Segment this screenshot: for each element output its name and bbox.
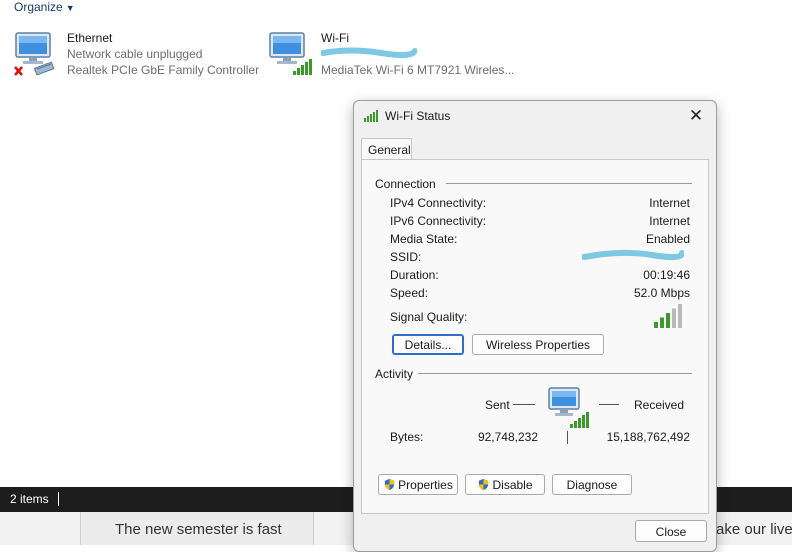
close-icon[interactable]: ✕ [685, 105, 707, 127]
adapter-device: Realtek PCIe GbE Family Controller [67, 63, 260, 77]
disable-button-label: Disable [492, 478, 533, 492]
properties-button-label: Properties [398, 478, 453, 492]
connection-group-label: Connection [375, 177, 440, 191]
adapter-name: Ethernet [67, 31, 113, 45]
general-panel: Connection IPv4 Connectivity: Internet I… [361, 159, 709, 514]
ethernet-adapter-icon [14, 32, 55, 76]
activity-divider [567, 431, 568, 444]
items-count: 2 items [10, 492, 49, 506]
uac-shield-icon [479, 478, 489, 491]
sent-line [513, 404, 535, 405]
received-line [599, 404, 619, 405]
properties-button[interactable]: Properties [378, 474, 458, 495]
speed-label: Speed: [390, 286, 429, 300]
ipv6-label: IPv6 Connectivity: [390, 214, 487, 228]
signal-bar [672, 308, 676, 328]
duration-label: Duration: [390, 268, 439, 282]
duration-value: 00:19:46 [643, 268, 690, 282]
adapter-wifi[interactable]: Wi-Fi MediaTek Wi-Fi 6 MT7921 Wireles... [267, 31, 527, 81]
signal-strength-icon [364, 110, 378, 122]
close-button[interactable]: Close [635, 520, 707, 542]
disable-button[interactable]: Disable [465, 474, 545, 495]
signal-bar [660, 317, 664, 328]
group-divider [418, 373, 692, 374]
wifi-adapter-icon [269, 32, 312, 75]
bytes-received-value: 15,188,762,492 [606, 430, 690, 444]
bytes-label: Bytes: [390, 430, 424, 444]
signal-bar [654, 322, 658, 328]
organize-menu-button[interactable]: Organize ▼ [14, 0, 75, 14]
signal-bar [678, 304, 682, 328]
wireless-properties-button[interactable]: Wireless Properties [472, 334, 604, 355]
adapter-name: Wi-Fi [321, 31, 349, 45]
media-state-value: Enabled [645, 232, 690, 246]
network-activity-icon [548, 387, 589, 428]
ipv4-value: Internet [649, 196, 690, 210]
command-bar: Organize ▼ [0, 0, 792, 18]
speed-value: 52.0 Mbps [633, 286, 690, 300]
adapter-status: Network cable unplugged [67, 47, 203, 61]
status-divider [58, 492, 59, 506]
bytes-sent-value: 92,748,232 [477, 430, 538, 444]
organize-label: Organize [14, 0, 63, 14]
tab-label: General [368, 143, 411, 157]
ipv4-label: IPv4 Connectivity: [390, 196, 487, 210]
adapter-device: MediaTek Wi-Fi 6 MT7921 Wireles... [321, 63, 515, 77]
signal-quality-label: Signal Quality: [390, 310, 468, 324]
group-divider [446, 183, 692, 184]
uac-shield-icon [384, 478, 395, 491]
diagnose-button[interactable]: Diagnose [552, 474, 632, 495]
redaction-mark [321, 47, 417, 59]
media-state-label: Media State: [390, 232, 458, 246]
adapter-ethernet[interactable]: Ethernet Network cable unplugged Realtek… [13, 31, 273, 81]
activity-group-label: Activity [375, 367, 418, 381]
ssid-label: SSID: [390, 250, 422, 264]
details-button[interactable]: Details... [392, 334, 464, 355]
dialog-title: Wi-Fi Status [385, 109, 451, 123]
tab-general[interactable]: General [361, 138, 412, 160]
background-card-text-right: ake our lives [716, 521, 792, 538]
signal-quality-bars-icon [654, 304, 682, 328]
chevron-down-icon: ▼ [65, 3, 75, 13]
wifi-status-dialog: Wi-Fi Status ✕ General Connection IPv4 C… [353, 100, 717, 552]
ipv6-value: Internet [649, 214, 690, 228]
signal-bar [666, 313, 670, 328]
redaction-mark [582, 249, 684, 261]
background-card-text: The new semester is fast [115, 521, 282, 538]
sent-label: Sent [485, 398, 510, 412]
received-label: Received [634, 398, 685, 412]
